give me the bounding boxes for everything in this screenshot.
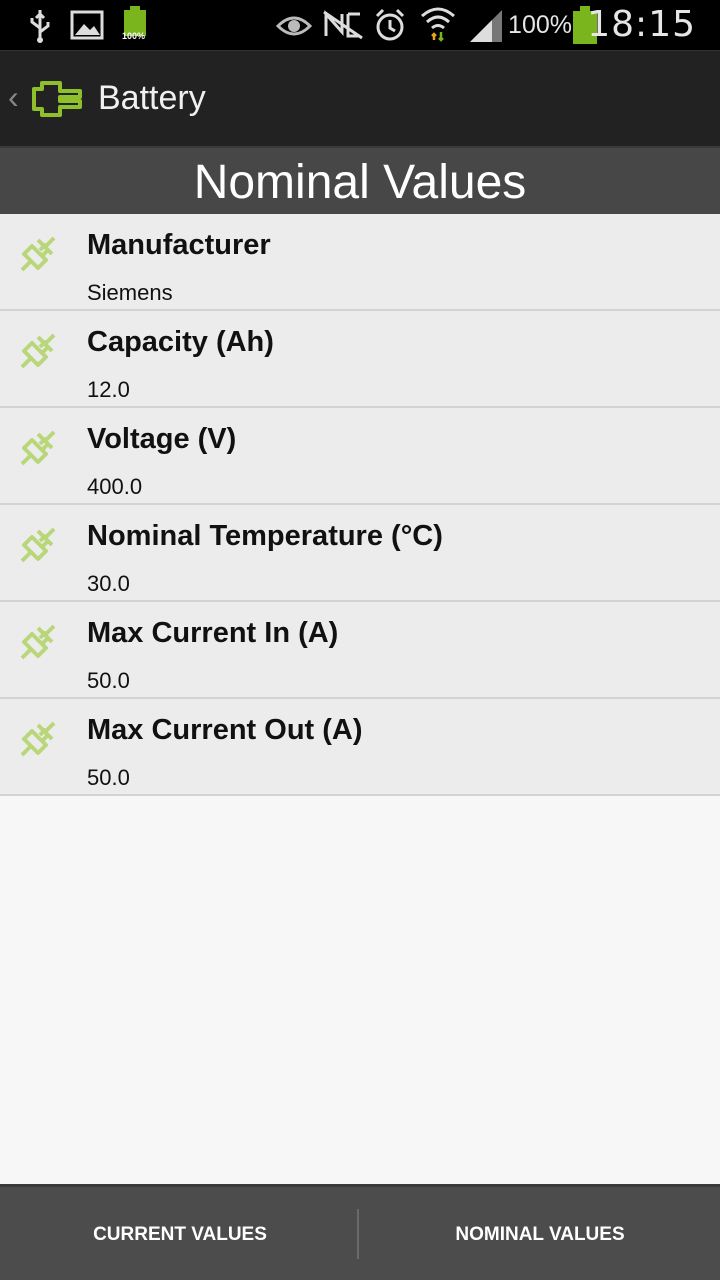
plug-icon: [20, 236, 56, 272]
plug-icon: [20, 721, 56, 757]
alarm-icon: [375, 8, 405, 41]
item-label: Max Current In (A): [87, 617, 339, 649]
tab-current-values[interactable]: CURRENT VALUES: [0, 1187, 360, 1280]
item-value: Siemens: [87, 280, 173, 305]
plug-icon: [20, 527, 56, 563]
eye-icon: [276, 16, 312, 36]
item-label: Max Current Out (A): [87, 714, 363, 746]
list-item[interactable]: Capacity (Ah) 12.0: [0, 311, 720, 408]
wifi-icon: [421, 7, 455, 42]
usb-icon: [30, 10, 50, 43]
image-icon: [70, 10, 104, 40]
status-bar: 100% 100% 18:15: [0, 0, 720, 50]
battery-small-percent: 100%: [122, 31, 146, 41]
bottom-tab-bar: CURRENT VALUES NOMINAL VALUES: [0, 1184, 720, 1280]
list-item[interactable]: Voltage (V) 400.0: [0, 408, 720, 505]
list-item[interactable]: Nominal Temperature (°C) 30.0: [0, 505, 720, 602]
values-list: Manufacturer Siemens Capacity (Ah) 12.0 …: [0, 214, 720, 796]
item-value: 30.0: [87, 571, 130, 596]
item-label: Capacity (Ah): [87, 326, 274, 358]
list-item[interactable]: Manufacturer Siemens: [0, 214, 720, 311]
list-item[interactable]: Max Current In (A) 50.0: [0, 602, 720, 699]
tab-divider: [357, 1209, 359, 1259]
plug-icon: [20, 430, 56, 466]
plug-icon: [20, 624, 56, 660]
app-title: Battery: [98, 79, 206, 117]
battery-plug-icon[interactable]: [30, 79, 84, 119]
tab-nominal-values[interactable]: NOMINAL VALUES: [360, 1187, 720, 1280]
item-value: 12.0: [87, 377, 130, 402]
battery-percent: 100%: [508, 11, 572, 39]
plug-icon: [20, 333, 56, 369]
action-bar: ‹ Battery: [0, 50, 720, 146]
item-label: Voltage (V): [87, 423, 237, 455]
section-title: Nominal Values: [193, 156, 527, 209]
item-value: 50.0: [87, 765, 130, 790]
section-header: Nominal Values: [0, 146, 720, 214]
item-label: Manufacturer: [87, 229, 271, 261]
back-chevron-icon[interactable]: ‹: [8, 79, 19, 116]
nfc-icon: [323, 10, 363, 40]
item-label: Nominal Temperature (°C): [87, 520, 443, 552]
item-value: 50.0: [87, 668, 130, 693]
signal-icon: [470, 10, 502, 42]
clock: 18:15: [587, 4, 696, 45]
list-item[interactable]: Max Current Out (A) 50.0: [0, 699, 720, 796]
item-value: 400.0: [87, 474, 143, 499]
